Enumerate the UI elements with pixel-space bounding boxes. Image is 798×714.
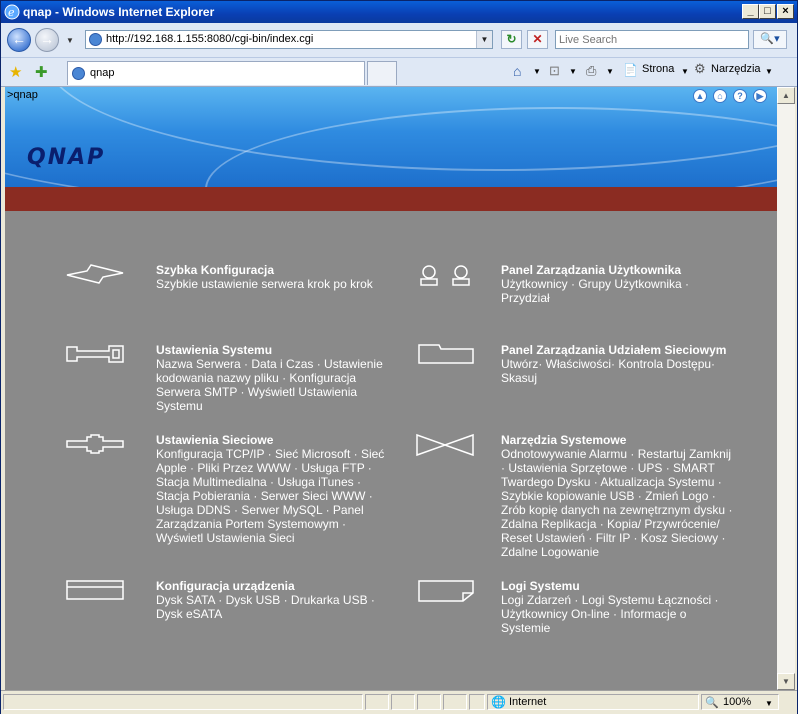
page-menu-icon: 📄 bbox=[623, 63, 638, 77]
qnap-logo: QNAP bbox=[27, 145, 106, 170]
home-page-icon[interactable]: ⌂ bbox=[713, 89, 727, 103]
network-icon[interactable] bbox=[65, 433, 125, 455]
tab-toolbar: ★ ✚ qnap ⌂ ▼ ⊡ ▼ ⎙ ▼ 📄 Strona ▼ ⚙ Narzęd… bbox=[1, 58, 797, 87]
section-title[interactable]: Ustawienia Systemu bbox=[156, 343, 388, 357]
window-title: qnap - Windows Internet Explorer bbox=[23, 5, 215, 19]
page-icon bbox=[89, 33, 102, 46]
section-title[interactable]: Narzędzia Systemowe bbox=[501, 433, 733, 447]
print-icon[interactable]: ⎙ bbox=[586, 63, 596, 79]
feeds-dropdown-icon[interactable]: ▼ bbox=[569, 67, 577, 76]
section-share-management[interactable]: Panel Zarządzania Udziałem Sieciowym Utw… bbox=[501, 343, 731, 385]
home-icon[interactable]: ⌂ bbox=[513, 63, 521, 79]
address-bar[interactable]: http://192.168.1.155:8080/cgi-bin/index.… bbox=[85, 30, 493, 49]
status-bar: 🌐 Internet 🔍 100% ▼ bbox=[1, 690, 797, 714]
section-desc: Konfiguracja TCP/IP · Sieć Microsoft · S… bbox=[156, 447, 385, 545]
globe-icon: 🌐 bbox=[491, 695, 506, 709]
section-system-logs[interactable]: Logi Systemu Logi Zdarzeń · Logi Systemu… bbox=[501, 579, 733, 635]
red-divider bbox=[5, 187, 777, 211]
favorites-star-icon[interactable]: ★ bbox=[9, 63, 22, 81]
zoom-icon: 🔍 bbox=[705, 697, 719, 709]
status-text-area bbox=[3, 694, 363, 710]
ie-window: e qnap - Windows Internet Explorer _ □ ×… bbox=[0, 0, 798, 714]
section-system-tools[interactable]: Narzędzia Systemowe Odnotowywanie Alarmu… bbox=[501, 433, 733, 559]
feeds-icon[interactable]: ⊡ bbox=[549, 63, 560, 79]
ie-logo-icon: e bbox=[4, 4, 20, 20]
section-desc: Utwórz· Właściwości· Kontrola Dostępu· S… bbox=[501, 357, 716, 385]
help-icon[interactable]: ? bbox=[733, 89, 747, 103]
scroll-down-arrow[interactable]: ▼ bbox=[777, 673, 795, 690]
add-favorite-icon[interactable]: ✚ bbox=[35, 63, 48, 81]
address-url: http://192.168.1.155:8080/cgi-bin/index.… bbox=[106, 33, 314, 45]
section-title[interactable]: Panel Zarządzania Udziałem Sieciowym bbox=[501, 343, 731, 357]
zone-label: Internet bbox=[509, 696, 547, 708]
refresh-button[interactable]: ↻ bbox=[501, 30, 522, 49]
folder-icon[interactable] bbox=[417, 343, 477, 365]
section-desc: Odnotowywanie Alarmu · Restartuj Zamknij… bbox=[501, 447, 733, 559]
search-input[interactable] bbox=[555, 30, 749, 49]
drive-icon[interactable] bbox=[65, 579, 125, 601]
address-toolbar: ← → ▼ http://192.168.1.155:8080/cgi-bin/… bbox=[1, 23, 797, 58]
key-icon[interactable] bbox=[65, 343, 125, 365]
tools-menu[interactable]: Narzędzia bbox=[711, 63, 761, 75]
section-title[interactable]: Konfiguracja urządzenia bbox=[156, 579, 388, 593]
minimize-button[interactable]: _ bbox=[742, 4, 759, 19]
section-desc: Nazwa Serwera · Data i Czas · Ustawienie… bbox=[156, 357, 383, 413]
page-menu[interactable]: Strona bbox=[642, 63, 674, 75]
tab-page-icon bbox=[72, 67, 85, 80]
section-title[interactable]: Logi Systemu bbox=[501, 579, 733, 593]
breadcrumb[interactable]: >qnap bbox=[7, 89, 38, 101]
tab-label: qnap bbox=[90, 67, 115, 79]
stop-button[interactable]: ✕ bbox=[527, 30, 548, 49]
section-title[interactable]: Szybka Konfiguracja bbox=[156, 263, 396, 277]
scroll-up-arrow[interactable]: ▲ bbox=[777, 87, 795, 104]
tools-dropdown-icon[interactable]: ▼ bbox=[765, 67, 773, 76]
vertical-scrollbar[interactable]: ▲ ▼ bbox=[777, 87, 795, 690]
maximize-button[interactable]: □ bbox=[759, 4, 776, 19]
up-icon[interactable]: ▲ bbox=[693, 89, 707, 103]
new-tab-button[interactable] bbox=[367, 61, 397, 85]
zoom-dropdown-icon[interactable]: ▼ bbox=[765, 699, 773, 708]
section-desc: Dysk SATA · Dysk USB · Drukarka USB · Dy… bbox=[156, 593, 375, 621]
zoom-level[interactable]: 100% bbox=[723, 696, 751, 708]
section-desc: Szybkie ustawienie serwera krok po krok bbox=[156, 277, 373, 291]
back-button[interactable]: ← bbox=[7, 28, 31, 52]
header-banner: >qnap QNAP ▲ ⌂ ? ▶ bbox=[5, 87, 777, 187]
lightning-icon[interactable] bbox=[65, 263, 125, 285]
section-network-settings[interactable]: Ustawienia Sieciowe Konfiguracja TCP/IP … bbox=[156, 433, 388, 545]
page-dropdown-icon[interactable]: ▼ bbox=[681, 67, 689, 76]
section-device-config[interactable]: Konfiguracja urządzenia Dysk SATA · Dysk… bbox=[156, 579, 388, 621]
section-title[interactable]: Ustawienia Sieciowe bbox=[156, 433, 388, 447]
next-icon[interactable]: ▶ bbox=[753, 89, 767, 103]
history-dropdown-icon[interactable]: ▼ bbox=[66, 36, 74, 45]
gear-icon: ⚙ bbox=[694, 61, 706, 76]
print-dropdown-icon[interactable]: ▼ bbox=[606, 67, 614, 76]
close-button[interactable]: × bbox=[777, 4, 794, 19]
svg-text:e: e bbox=[8, 6, 15, 19]
address-dropdown-icon[interactable]: ▼ bbox=[476, 31, 492, 48]
section-desc: Logi Zdarzeń · Logi Systemu Łączności · … bbox=[501, 593, 719, 635]
section-system-settings[interactable]: Ustawienia Systemu Nazwa Serwera · Data … bbox=[156, 343, 388, 413]
log-icon[interactable] bbox=[417, 579, 477, 603]
page-content: >qnap QNAP ▲ ⌂ ? ▶ Szybka Konfiguracja S… bbox=[5, 87, 777, 690]
home-dropdown-icon[interactable]: ▼ bbox=[533, 67, 541, 76]
title-bar: e qnap - Windows Internet Explorer _ □ × bbox=[1, 1, 797, 23]
section-user-management[interactable]: Panel Zarządzania Użytkownika Użytkownic… bbox=[501, 263, 731, 305]
section-quick-config[interactable]: Szybka Konfiguracja Szybkie ustawienie s… bbox=[156, 263, 396, 291]
search-button[interactable]: 🔍▾ bbox=[753, 30, 787, 49]
users-icon[interactable] bbox=[417, 263, 477, 287]
forward-button[interactable]: → bbox=[35, 28, 59, 52]
section-title[interactable]: Panel Zarządzania Użytkownika bbox=[501, 263, 731, 277]
section-desc: Użytkownicy · Grupy Użytkownika · Przydz… bbox=[501, 277, 690, 305]
bowtie-icon[interactable] bbox=[415, 433, 475, 457]
tab-qnap[interactable]: qnap bbox=[67, 61, 365, 85]
